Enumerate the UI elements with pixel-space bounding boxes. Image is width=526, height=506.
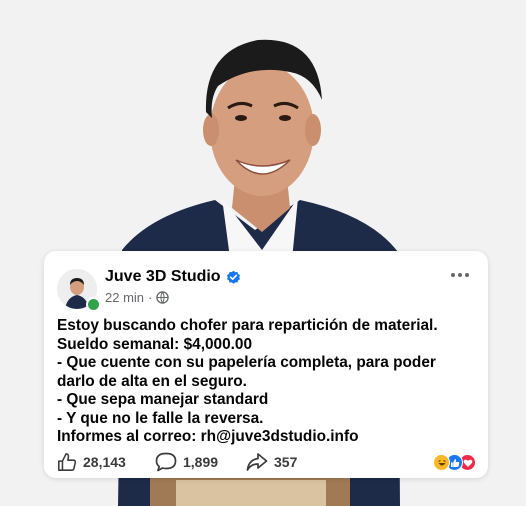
- post-body-line: Informes al correo: rh@juve3dstudio.info: [57, 428, 359, 445]
- online-status-dot: [86, 297, 101, 312]
- love-reaction-glyph: [463, 459, 472, 467]
- more-dot: [465, 273, 469, 277]
- like-action[interactable]: 28,143: [57, 452, 126, 472]
- author-name-row: Juve 3D Studio: [105, 268, 241, 286]
- post-body-line: Sueldo semanal: $4,000.00: [57, 335, 253, 353]
- post-body-line: - Que sepa manejar standard: [57, 391, 269, 408]
- more-options-icon[interactable]: [448, 265, 472, 285]
- post-body-line: darlo de alta en el seguro.: [57, 372, 247, 390]
- thumbs-up-icon: [58, 453, 77, 471]
- more-dot: [458, 273, 462, 277]
- post-body-line: Estoy buscando chofer para repartición d…: [57, 317, 438, 334]
- more-dot: [451, 273, 455, 277]
- haha-face: [437, 459, 446, 465]
- share-arrow-icon: [246, 453, 268, 471]
- meta-separator: ·: [148, 290, 153, 305]
- post-body: Estoy buscando chofer para repartición d…: [57, 317, 477, 447]
- comment-count: 1,899: [183, 454, 219, 470]
- verified-badge-icon: [226, 270, 240, 284]
- reaction-icons[interactable]: [433, 454, 477, 472]
- globe-icon[interactable]: [156, 291, 170, 304]
- author-name[interactable]: Juve 3D Studio: [105, 268, 221, 286]
- haha-reaction-icon: [433, 454, 450, 471]
- share-count: 357: [274, 454, 298, 470]
- comment-action[interactable]: 1,899: [155, 452, 218, 472]
- like-count: 28,143: [83, 454, 126, 470]
- post-body-line: - Que cuente con su papelería completa, …: [57, 354, 436, 371]
- share-action[interactable]: 357: [246, 452, 297, 472]
- post-meta: 22 min ·: [105, 290, 170, 305]
- post-body-line: - Y que no le falle la reversa.: [57, 409, 264, 427]
- post-footer: 28,143 1,899 357: [57, 452, 477, 476]
- comment-bubble-icon: [155, 452, 177, 472]
- like-reaction-glyph: [450, 458, 459, 467]
- post-time[interactable]: 22 min: [105, 290, 144, 305]
- post-card: Juve 3D Studio 22 min · Estoy buscando c…: [44, 251, 488, 478]
